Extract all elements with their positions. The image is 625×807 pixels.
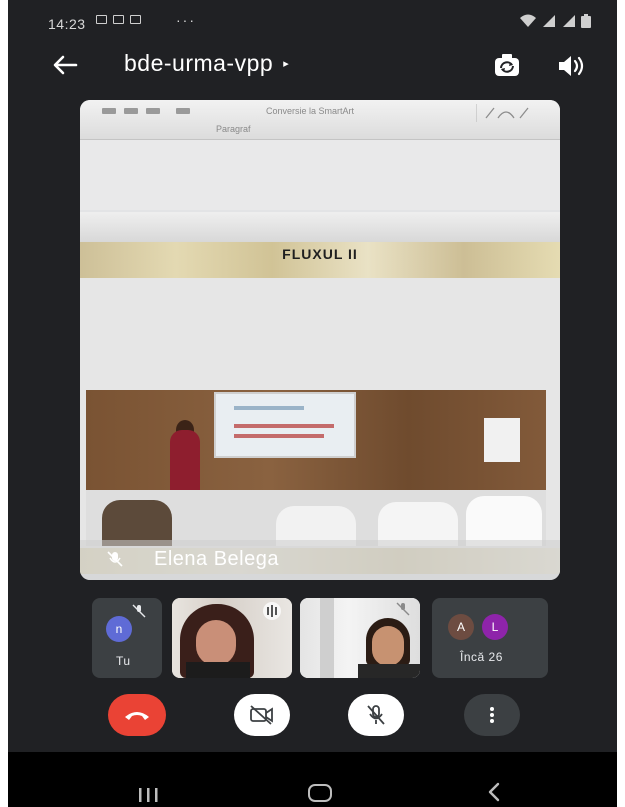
more-notifications-icon: ··· xyxy=(176,12,196,28)
home-icon[interactable] xyxy=(308,784,332,802)
more-vert-icon xyxy=(490,707,494,723)
participant-face xyxy=(372,626,404,666)
gallery-icon xyxy=(113,15,124,24)
camera-off-icon xyxy=(250,705,273,725)
student-figure xyxy=(466,496,542,546)
more-options-button[interactable] xyxy=(464,694,520,736)
switch-camera-icon[interactable] xyxy=(492,52,522,80)
mic-off-icon xyxy=(132,604,146,618)
shared-screen-toolbar: Conversie la SmartArt Paragraf xyxy=(80,100,560,140)
calendar-icon xyxy=(130,15,141,24)
screen-text-line xyxy=(234,406,304,410)
more-participants-label: Încă 26 xyxy=(460,650,503,664)
system-icons xyxy=(519,14,591,28)
back-icon[interactable] xyxy=(486,782,502,802)
meeting-header: bde-urma-vpp ▸ xyxy=(8,40,617,92)
participant-face xyxy=(196,620,236,666)
phone-screen: 14:23 ··· bde-urma-vpp ▸ Conversie la Sm… xyxy=(8,0,617,807)
camera-toggle-button[interactable] xyxy=(234,694,290,736)
participant-avatar-l: L xyxy=(482,614,508,640)
toolbar-button-shape xyxy=(176,108,190,114)
participant-name-bar: Elena Belega xyxy=(80,540,560,580)
background-door xyxy=(320,598,334,678)
recents-icon[interactable] xyxy=(136,788,160,802)
signal-icon-2 xyxy=(563,15,575,27)
mic-off-icon xyxy=(107,551,123,567)
self-tile[interactable]: n Tu xyxy=(92,598,162,678)
mic-off-icon xyxy=(367,705,385,725)
audio-level-icon xyxy=(263,602,281,620)
toolbar-shapes-icon xyxy=(476,104,529,122)
mic-toggle-button[interactable] xyxy=(348,694,404,736)
toolbar-smartart-text: Conversie la SmartArt xyxy=(266,106,355,116)
end-call-button[interactable] xyxy=(108,694,166,736)
slide-header-band xyxy=(80,212,560,242)
phone-hangup-icon xyxy=(125,712,149,720)
classroom-photo xyxy=(86,390,546,546)
participant-shirt xyxy=(186,662,250,678)
status-time: 14:23 xyxy=(48,16,86,32)
participant-avatar-a: A xyxy=(448,614,474,640)
shared-screen-background xyxy=(80,140,560,210)
wifi-icon xyxy=(520,14,536,27)
whiteboard xyxy=(484,418,520,462)
status-bar: 14:23 ··· xyxy=(8,12,617,36)
caret-right-icon: ▸ xyxy=(283,58,289,70)
slide-title: FLUXUL II xyxy=(282,246,358,262)
participant-tile[interactable] xyxy=(172,598,292,678)
android-nav-bar xyxy=(8,752,617,807)
battery-icon xyxy=(581,14,591,28)
speaker-icon[interactable] xyxy=(556,54,586,78)
main-video-feed[interactable]: Conversie la SmartArt Paragraf FLUXUL II xyxy=(80,100,560,580)
participant-shirt xyxy=(358,664,420,678)
meeting-code: bde-urma-vpp xyxy=(124,50,274,76)
screen-text-line xyxy=(234,434,324,438)
arrow-left-icon[interactable] xyxy=(50,50,80,80)
mic-off-icon xyxy=(396,602,410,616)
toolbar-button-shape xyxy=(124,108,138,114)
meeting-title-button[interactable]: bde-urma-vpp ▸ xyxy=(124,50,289,77)
toolbar-button-shape xyxy=(146,108,160,114)
signal-icon xyxy=(543,15,555,27)
toolbar-group-text: Paragraf xyxy=(216,124,251,134)
participant-tile[interactable] xyxy=(300,598,420,678)
toolbar-button-shape xyxy=(102,108,116,114)
classroom-desks xyxy=(86,490,546,546)
more-participants-tile[interactable]: A L Încă 26 xyxy=(432,598,548,678)
notification-icons xyxy=(96,15,141,24)
self-avatar: n xyxy=(106,616,132,642)
self-label: Tu xyxy=(116,654,131,668)
participant-name: Elena Belega xyxy=(154,548,279,570)
message-icon xyxy=(96,15,107,24)
presenter-figure xyxy=(170,430,200,494)
screen-text-line xyxy=(234,424,334,428)
projector-screen xyxy=(214,392,356,458)
